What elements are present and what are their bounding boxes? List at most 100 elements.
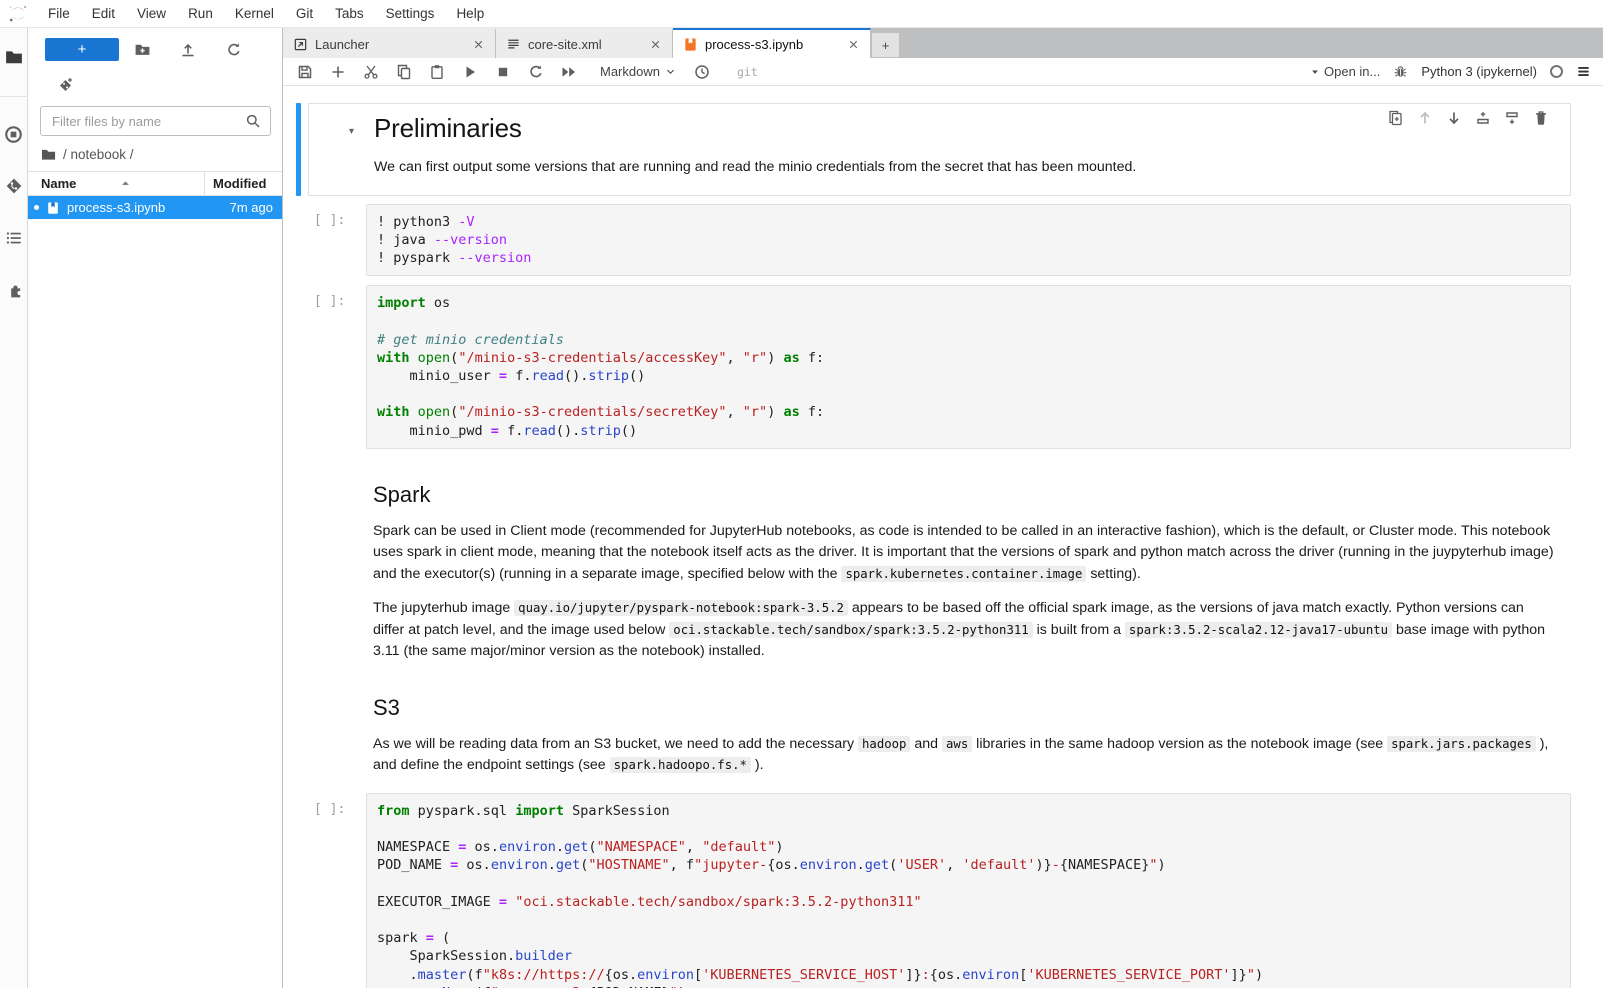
table-of-contents-button[interactable] bbox=[0, 223, 28, 253]
tab-bar: Launcher core-site.xml process-s3.ipynb+ bbox=[283, 28, 1603, 58]
code-editor[interactable]: import os # get minio credentialswith op… bbox=[366, 285, 1571, 449]
run-icon[interactable] bbox=[462, 64, 478, 80]
menu-item-run[interactable]: Run bbox=[177, 6, 224, 21]
menu-item-git[interactable]: Git bbox=[285, 6, 324, 21]
kernel-name[interactable]: Python 3 (ipykernel) bbox=[1421, 64, 1537, 79]
filter-files-input[interactable] bbox=[50, 113, 245, 130]
notebook-content: ▾PreliminariesWe can first output some v… bbox=[283, 86, 1603, 988]
stop-icon[interactable] bbox=[495, 64, 511, 80]
insert-cell-below-icon[interactable] bbox=[1504, 110, 1520, 126]
hamburger-menu-icon[interactable] bbox=[1576, 64, 1591, 79]
git-clone-button[interactable] bbox=[28, 61, 282, 93]
launcher-icon bbox=[293, 37, 308, 52]
modified-column-header[interactable]: Modified bbox=[204, 172, 282, 195]
inline-code: spark.hadoopo.fs.* bbox=[610, 757, 751, 773]
tab-core-site-xml[interactable]: core-site.xml bbox=[496, 28, 673, 58]
open-in-dropdown[interactable]: Open in... bbox=[1310, 64, 1380, 79]
clock-icon[interactable] bbox=[694, 64, 710, 80]
code-editor[interactable]: from pyspark.sql import SparkSession NAM… bbox=[366, 793, 1571, 988]
menu-item-help[interactable]: Help bbox=[445, 6, 495, 21]
inline-code: hadoop bbox=[858, 736, 910, 752]
code-editor[interactable]: ! python3 -V! java --version! pyspark --… bbox=[366, 204, 1571, 277]
breadcrumb[interactable]: / notebook / bbox=[28, 136, 282, 171]
tab-label: Launcher bbox=[315, 37, 463, 52]
inline-code: aws bbox=[942, 736, 972, 752]
refresh-icon bbox=[226, 42, 242, 58]
cell-toolbar bbox=[1388, 110, 1549, 126]
menu-item-settings[interactable]: Settings bbox=[375, 6, 446, 21]
add-cell-icon[interactable] bbox=[330, 64, 346, 80]
code-line: minio_user = f.read().strip() bbox=[377, 367, 1560, 385]
cut-icon[interactable] bbox=[363, 64, 379, 80]
section-heading: Spark bbox=[373, 482, 1555, 508]
code-cell[interactable]: [ ]:! python3 -V! java --version! pyspar… bbox=[296, 204, 1571, 277]
inline-code: oci.stackable.tech/sandbox/spark:3.5.2-p… bbox=[669, 622, 1032, 638]
folder-icon bbox=[5, 48, 23, 66]
markdown-paragraph: Spark can be used in Client mode (recomm… bbox=[373, 521, 1555, 586]
upload-button[interactable] bbox=[165, 39, 211, 61]
heading-collapser-icon[interactable]: ▾ bbox=[349, 126, 354, 137]
activity-bar-group bbox=[0, 96, 28, 327]
menu-item-edit[interactable]: Edit bbox=[81, 6, 126, 21]
close-icon[interactable] bbox=[470, 38, 487, 51]
code-line: .master(f"k8s://https://{os.environ['KUB… bbox=[377, 966, 1560, 984]
file-row[interactable]: process-s3.ipynb7m ago bbox=[28, 196, 282, 219]
duplicate-cell-icon[interactable] bbox=[1388, 110, 1404, 126]
file-name: process-s3.ipynb bbox=[67, 200, 165, 215]
tab-process-s3-ipynb[interactable]: process-s3.ipynb bbox=[673, 28, 871, 58]
refresh-button[interactable] bbox=[211, 39, 257, 61]
new-launcher-button[interactable]: + bbox=[45, 38, 119, 61]
tab-launcher[interactable]: Launcher bbox=[283, 28, 496, 58]
run-all-icon[interactable] bbox=[561, 64, 577, 80]
move-cell-down-icon[interactable] bbox=[1446, 110, 1462, 126]
sort-ascending-icon bbox=[120, 178, 131, 189]
close-icon[interactable] bbox=[845, 38, 862, 51]
copy-icon[interactable] bbox=[396, 64, 412, 80]
bug-icon[interactable] bbox=[1393, 64, 1408, 79]
markdown-cell[interactable]: Spark Spark can be used in Client mode (r… bbox=[296, 458, 1571, 671]
notebook-toolbar-right: Open in... Python 3 (ipykernel) bbox=[1310, 64, 1591, 79]
chevron-down-icon bbox=[665, 66, 676, 77]
new-folder-button[interactable] bbox=[119, 39, 165, 61]
save-icon[interactable] bbox=[297, 64, 313, 80]
notebook-toolbar: Markdown git Open in... Python 3 (ipyker… bbox=[283, 58, 1603, 86]
code-line: ! python3 -V bbox=[377, 213, 1560, 231]
code-line: EXECUTOR_IMAGE = "oci.stackable.tech/san… bbox=[377, 893, 1560, 911]
name-column-header[interactable]: Name bbox=[28, 176, 204, 191]
menu-item-kernel[interactable]: Kernel bbox=[224, 6, 285, 21]
file-browser-button[interactable] bbox=[0, 42, 28, 72]
code-cell[interactable]: [ ]:from pyspark.sql import SparkSession… bbox=[296, 793, 1571, 988]
git-button[interactable] bbox=[0, 171, 28, 201]
menu-item-view[interactable]: View bbox=[126, 6, 177, 21]
paste-icon[interactable] bbox=[429, 64, 445, 80]
code-line: # get minio credentials bbox=[377, 331, 1560, 349]
add-tab-button[interactable]: + bbox=[871, 32, 900, 58]
activity-bar bbox=[0, 28, 28, 988]
file-list: process-s3.ipynb7m ago bbox=[28, 196, 282, 219]
menu-item-tabs[interactable]: Tabs bbox=[324, 6, 375, 21]
file-list-header: Name Modified bbox=[28, 171, 282, 196]
extensions-button[interactable] bbox=[0, 275, 28, 305]
code-cell[interactable]: [ ]:import os # get minio credentialswit… bbox=[296, 285, 1571, 449]
inline-code: spark.jars.packages bbox=[1387, 736, 1536, 752]
cell-type-dropdown[interactable]: Markdown bbox=[600, 64, 676, 79]
insert-cell-above-icon[interactable] bbox=[1475, 110, 1491, 126]
markdown-paragraph: As we will be reading data from an S3 bu… bbox=[373, 734, 1555, 777]
markdown-paragraph: The jupyterhub image quay.io/jupyter/pys… bbox=[373, 598, 1555, 663]
new-folder-icon bbox=[134, 41, 151, 58]
markdown-cell[interactable]: S3As we will be reading data from an S3 … bbox=[296, 671, 1571, 785]
running-kernels-button[interactable] bbox=[0, 119, 28, 149]
file-browser-panel: + / notebook / Name Modified process-s3.… bbox=[28, 28, 283, 988]
close-icon[interactable] bbox=[647, 38, 664, 51]
markdown-cell[interactable]: ▾PreliminariesWe can first output some v… bbox=[283, 103, 1603, 196]
kernel-status-icon bbox=[1550, 65, 1563, 78]
section-heading: Preliminaries bbox=[374, 113, 1554, 144]
delete-cell-icon[interactable] bbox=[1533, 110, 1549, 126]
code-line: with open("/minio-s3-credentials/accessK… bbox=[377, 349, 1560, 367]
tab-label: core-site.xml bbox=[528, 37, 640, 52]
menu-item-file[interactable]: File bbox=[37, 6, 81, 21]
execution-prompt: [ ]: bbox=[296, 793, 366, 988]
file-text-icon bbox=[506, 37, 521, 52]
code-line: ! pyspark --version bbox=[377, 249, 1560, 267]
restart-kernel-icon[interactable] bbox=[528, 64, 544, 80]
